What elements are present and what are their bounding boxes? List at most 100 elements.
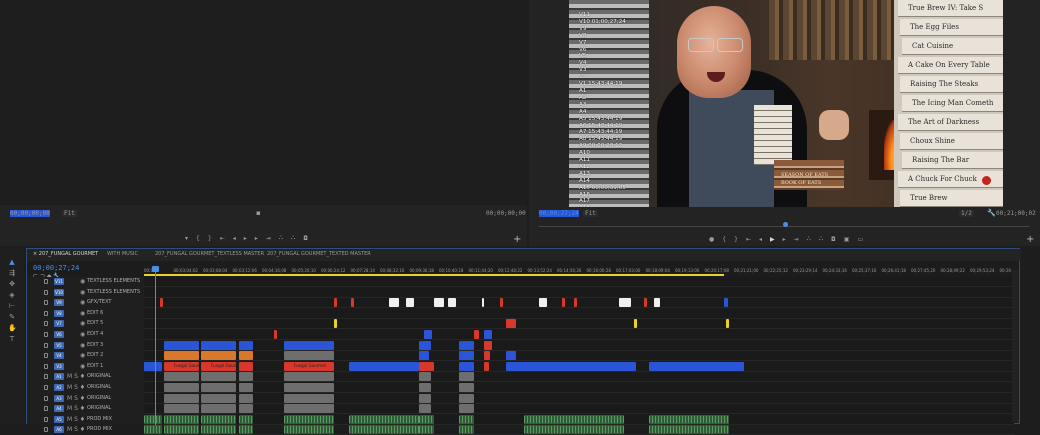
timeline-clip[interactable] xyxy=(164,393,199,403)
timeline-clip[interactable] xyxy=(164,340,199,350)
timeline-clip[interactable] xyxy=(574,298,577,308)
eye-icon[interactable]: ◉ xyxy=(80,299,85,306)
timeline-clip[interactable] xyxy=(419,404,431,414)
mark-in-bracket-icon[interactable]: { xyxy=(196,235,200,242)
track-target-button[interactable]: V8 xyxy=(54,309,64,317)
track-target-button[interactable]: A1 xyxy=(54,373,64,381)
track-select-tool-icon[interactable]: ⇶ xyxy=(8,269,16,277)
timeline-clip[interactable] xyxy=(284,404,334,414)
mic-icon[interactable]: M S ♦ xyxy=(67,405,85,412)
sequence-tab[interactable]: WITH MUSIC xyxy=(107,251,138,257)
timeline-clip[interactable] xyxy=(459,361,474,371)
audio-clip[interactable] xyxy=(419,414,434,424)
timeline-clip[interactable] xyxy=(239,383,253,392)
timeline-clip[interactable] xyxy=(239,393,253,403)
wrench-icon[interactable]: 🔧 xyxy=(987,209,996,217)
go-to-out-icon[interactable]: ⇥ xyxy=(794,236,799,243)
program-monitor[interactable]: SEASON OF EATS BOOK OF EATS True Brew IV… xyxy=(529,0,1040,246)
mark-in-icon[interactable]: ▾ xyxy=(185,235,188,242)
source-monitor[interactable]: 00;00;00;00 Fit 00;00;00;00 ▪ ▾ { } ⇤ ◂ … xyxy=(0,0,527,246)
timeline-clip[interactable] xyxy=(484,361,489,371)
sequence-tab[interactable]: × 207_FUNGAL GOURMET xyxy=(33,251,98,257)
audio-clip[interactable] xyxy=(459,414,474,424)
audio-clip[interactable] xyxy=(649,414,729,424)
track-target-button[interactable]: A5 xyxy=(54,415,64,423)
track-lane-v9[interactable] xyxy=(144,298,1014,309)
timeline-clip[interactable] xyxy=(406,298,414,308)
ripple-edit-tool-icon[interactable]: ✥ xyxy=(8,280,16,288)
timeline-clip[interactable] xyxy=(239,351,253,361)
timeline-clip[interactable] xyxy=(506,319,516,329)
timeline-clip[interactable] xyxy=(474,330,479,339)
pen-tool-icon[interactable]: ✎ xyxy=(8,313,16,321)
lock-icon[interactable] xyxy=(44,395,48,401)
overwrite-icon[interactable]: ⛬ xyxy=(291,234,295,242)
timeline-clip[interactable] xyxy=(284,351,334,361)
lock-icon[interactable] xyxy=(44,406,48,412)
track-target-button[interactable]: V10 xyxy=(54,288,64,296)
timeline-scrollbar[interactable] xyxy=(1012,270,1018,422)
timeline-clip[interactable] xyxy=(644,298,647,308)
program-zoom-dropdown[interactable]: 1/2 xyxy=(959,210,974,217)
timeline-clip[interactable] xyxy=(424,330,432,339)
track-name[interactable]: ORIGINAL xyxy=(87,384,111,390)
track-header-v3[interactable]: V3 ◉ EDIT 1 xyxy=(27,362,144,372)
program-playhead[interactable] xyxy=(783,222,788,227)
track-lane-a4[interactable] xyxy=(144,404,1014,415)
sequence-tab[interactable]: 207_FUNGAL GOURMET_TEXTLESS MASTER xyxy=(155,251,264,257)
track-name[interactable]: TEXTLESS ELEMENTS xyxy=(87,278,140,284)
timeline-clip[interactable] xyxy=(389,298,399,308)
audio-clip[interactable] xyxy=(524,414,624,424)
timeline-clip[interactable] xyxy=(419,372,431,382)
mark-in-icon[interactable]: { xyxy=(722,236,726,243)
timeline-panel[interactable]: × 207_FUNGAL GOURMET WITH MUSIC 207_FUNGAL… xyxy=(26,248,1021,435)
slip-tool-icon[interactable]: ⊢ xyxy=(8,302,16,310)
timeline-clip[interactable] xyxy=(459,372,474,382)
track-lane-v11[interactable] xyxy=(144,277,1014,287)
timeline-clip[interactable] xyxy=(419,351,429,361)
track-lane-v8[interactable] xyxy=(144,309,1014,319)
track-name[interactable]: EDIT 5 xyxy=(87,320,103,326)
timeline-clip[interactable] xyxy=(506,361,636,371)
track-target-button[interactable]: V5 xyxy=(54,341,64,349)
track-name[interactable]: GFX/TEXT xyxy=(87,299,111,305)
timeline-clip[interactable] xyxy=(201,351,236,361)
audio-clip[interactable] xyxy=(164,425,199,435)
audio-clip[interactable] xyxy=(284,414,334,424)
track-target-button[interactable]: V6 xyxy=(54,331,64,338)
timeline-clip[interactable] xyxy=(500,298,503,308)
timeline-clip[interactable] xyxy=(724,298,728,308)
timeline-clip[interactable] xyxy=(484,330,492,339)
eye-icon[interactable]: ◉ xyxy=(80,352,85,359)
timeline-clip[interactable] xyxy=(164,404,199,414)
track-name[interactable]: EDIT 2 xyxy=(87,352,103,358)
source-settings-icon[interactable]: ▪ xyxy=(256,209,261,217)
timeline-clip[interactable] xyxy=(448,298,456,308)
work-area-bar[interactable] xyxy=(144,274,724,276)
track-target-button[interactable]: A4 xyxy=(54,405,64,413)
source-add-button[interactable]: + xyxy=(513,234,521,245)
lock-icon[interactable] xyxy=(44,332,48,337)
marker-icon[interactable]: ● xyxy=(709,236,714,243)
camera-icon[interactable]: ◘ xyxy=(303,235,308,242)
timeline-clip[interactable]: Fungal Gourmet xyxy=(164,361,206,371)
timeline-clip[interactable] xyxy=(164,383,199,392)
time-ruler[interactable]: 00;00 00;03;04;02 00;03;08;04 00;03;12;06 00… xyxy=(144,266,1014,276)
selection-tool-icon[interactable]: ▲ xyxy=(8,258,16,266)
track-target-button[interactable]: A6 xyxy=(54,426,64,434)
track-lane-v4[interactable] xyxy=(144,351,1014,362)
track-header-v6[interactable]: V6 ◉ EDIT 4 xyxy=(27,330,144,340)
comparison-icon[interactable]: ▣ xyxy=(844,236,850,243)
lock-icon[interactable] xyxy=(44,279,48,284)
timeline-clip[interactable] xyxy=(482,298,484,308)
lock-icon[interactable] xyxy=(44,300,48,306)
timeline-clip[interactable] xyxy=(459,351,474,361)
track-target-button[interactable]: V3 xyxy=(54,362,64,370)
insert-icon[interactable]: ⛬ xyxy=(279,234,283,242)
track-name[interactable]: EDIT 3 xyxy=(87,342,103,348)
track-target-button[interactable]: V9 xyxy=(54,299,64,307)
audio-clip[interactable] xyxy=(164,414,199,424)
razor-tool-icon[interactable]: ◈ xyxy=(8,291,16,299)
lock-icon[interactable] xyxy=(44,363,48,369)
timeline-clip[interactable] xyxy=(484,340,492,350)
